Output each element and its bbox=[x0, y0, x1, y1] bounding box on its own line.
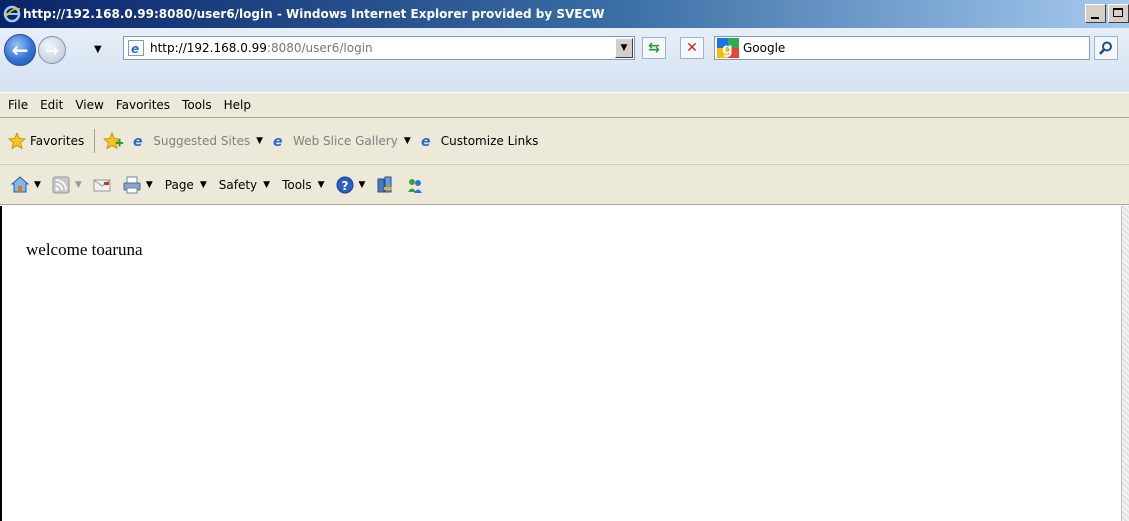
menu-tools[interactable]: Tools bbox=[182, 98, 212, 112]
stop-button[interactable]: ✕ bbox=[680, 37, 704, 59]
svg-text:e: e bbox=[421, 134, 431, 149]
command-bar: ▼ ▼ ▼ Page ▼ Safety ▼ Tools ▼ ? ▼ bbox=[0, 165, 1129, 205]
search-button[interactable] bbox=[1094, 36, 1118, 60]
favorites-label: Favorites bbox=[30, 134, 85, 148]
address-dropdown-button[interactable]: ▼ bbox=[615, 38, 633, 58]
safety-menu-label: Safety bbox=[218, 177, 258, 192]
help-icon[interactable]: ? bbox=[335, 175, 355, 195]
menu-help[interactable]: Help bbox=[224, 98, 251, 112]
feeds-icon[interactable] bbox=[51, 175, 71, 195]
ie-page-icon: e bbox=[273, 134, 283, 149]
mail-icon[interactable] bbox=[92, 175, 112, 195]
menu-bar: File Edit View Favorites Tools Help bbox=[0, 92, 1129, 118]
address-bar[interactable]: e http://192.168.0.99:8080/user6/login ▼ bbox=[123, 36, 635, 60]
back-arrow-icon: ← bbox=[11, 38, 29, 62]
favorites-link-label: Web Slice Gallery bbox=[293, 134, 398, 148]
maximize-icon bbox=[1113, 8, 1123, 17]
favorites-button[interactable]: Favorites bbox=[0, 132, 84, 150]
menu-favorites[interactable]: Favorites bbox=[116, 98, 170, 112]
page-menu-button[interactable]: Page ▼ bbox=[165, 178, 207, 192]
menu-view[interactable]: View bbox=[75, 98, 103, 112]
recent-pages-dropdown[interactable]: ▼ bbox=[94, 44, 102, 55]
help-dropdown[interactable]: ▼ bbox=[359, 180, 366, 190]
stop-icon: ✕ bbox=[686, 40, 698, 56]
address-url: http://192.168.0.99:8080/user6/login bbox=[150, 41, 373, 55]
chevron-down-icon: ▼ bbox=[263, 179, 271, 190]
favorites-bar: Favorites e Suggested Sites ▼ e Web Slic… bbox=[0, 118, 1129, 165]
search-box[interactable]: g Google bbox=[714, 36, 1090, 60]
favorites-separator bbox=[94, 129, 96, 153]
forward-button[interactable]: → bbox=[38, 36, 66, 64]
maximize-button[interactable] bbox=[1108, 4, 1129, 23]
url-path: :8080/user6/login bbox=[266, 41, 373, 55]
messenger-icon[interactable] bbox=[405, 175, 425, 195]
google-logo-icon: g bbox=[717, 38, 739, 58]
window-controls bbox=[1083, 4, 1129, 23]
add-to-favorites-icon[interactable] bbox=[103, 132, 124, 150]
minimize-button[interactable] bbox=[1085, 4, 1106, 23]
chevron-down-icon: ▼ bbox=[403, 136, 411, 146]
chevron-down-icon: ▼ bbox=[199, 179, 207, 190]
refresh-icon: ⇆ bbox=[648, 40, 660, 56]
svg-text:e: e bbox=[273, 134, 283, 149]
favorites-link-label: Suggested Sites bbox=[153, 134, 251, 148]
chevron-down-icon: ▼ bbox=[256, 136, 264, 146]
menu-edit[interactable]: Edit bbox=[40, 98, 63, 112]
ie-page-icon: e bbox=[128, 40, 144, 56]
svg-text:e: e bbox=[131, 42, 139, 56]
search-icon bbox=[1099, 41, 1112, 55]
favorites-link-label: Customize Links bbox=[440, 134, 539, 148]
navigation-bar: ← → ▼ e http://192.168.0.99:8080/user6/l… bbox=[0, 28, 1129, 92]
ie-page-icon: e bbox=[421, 134, 431, 149]
feeds-dropdown[interactable]: ▼ bbox=[75, 180, 82, 190]
url-host: http://192.168.0.99 bbox=[150, 41, 267, 55]
page-menu-label: Page bbox=[164, 177, 194, 192]
forward-arrow-icon: → bbox=[45, 40, 59, 60]
favorites-link-web-slice-gallery[interactable]: e Web Slice Gallery ▼ bbox=[271, 133, 411, 149]
window-title: http://192.168.0.99:8080/user6/login - W… bbox=[23, 7, 605, 21]
home-icon[interactable] bbox=[10, 175, 30, 195]
print-dropdown[interactable]: ▼ bbox=[146, 180, 153, 190]
minimize-icon bbox=[1091, 17, 1099, 19]
page-content: welcome toaruna bbox=[0, 206, 1129, 521]
vertical-scrollbar[interactable] bbox=[1121, 206, 1129, 521]
menu-file[interactable]: File bbox=[8, 98, 28, 112]
svg-text:e: e bbox=[133, 134, 143, 149]
research-icon[interactable] bbox=[375, 175, 395, 195]
tools-menu-button[interactable]: Tools ▼ bbox=[282, 178, 324, 192]
title-bar[interactable]: http://192.168.0.99:8080/user6/login - W… bbox=[0, 0, 1129, 28]
ie-page-icon: e bbox=[133, 134, 143, 149]
svg-text:?: ? bbox=[341, 179, 348, 193]
back-button[interactable]: ← bbox=[4, 34, 36, 66]
chevron-down-icon: ▼ bbox=[317, 179, 325, 190]
refresh-button[interactable]: ⇆ bbox=[642, 37, 666, 59]
favorites-link-customize-links[interactable]: e Customize Links bbox=[419, 133, 539, 149]
ie-logo-icon bbox=[3, 5, 21, 23]
favorites-link-suggested-sites[interactable]: e Suggested Sites ▼ bbox=[131, 133, 263, 149]
home-dropdown[interactable]: ▼ bbox=[34, 180, 41, 190]
tools-menu-label: Tools bbox=[282, 177, 312, 192]
search-provider-label: Google bbox=[743, 41, 786, 55]
svg-text:g: g bbox=[722, 40, 733, 58]
print-icon[interactable] bbox=[122, 175, 142, 195]
safety-menu-button[interactable]: Safety ▼ bbox=[219, 178, 270, 192]
welcome-text: welcome toaruna bbox=[26, 240, 143, 259]
favorites-star-icon bbox=[8, 132, 26, 150]
